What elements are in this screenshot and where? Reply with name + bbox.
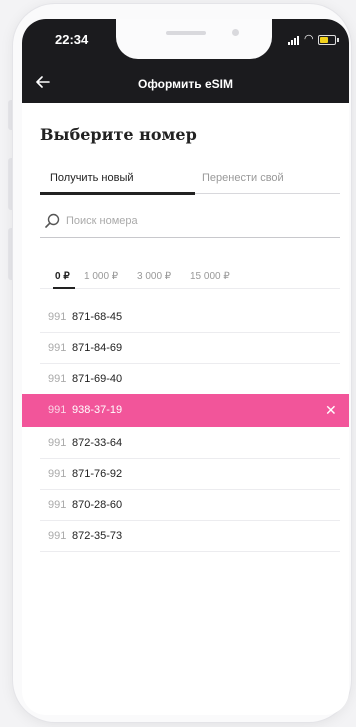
price-filter-0[interactable]: 0 ₽ <box>55 271 70 282</box>
filter-divider <box>40 288 340 289</box>
wifi-icon: ◠ <box>304 33 314 45</box>
phone-number: 870-28-60 <box>72 499 123 511</box>
page-title: Выберите номер <box>40 125 197 144</box>
search-icon <box>45 213 60 233</box>
status-time: 22:34 <box>55 32 89 47</box>
battery-tip <box>337 38 339 42</box>
number-prefix: 991 <box>48 404 67 416</box>
signal-icon <box>297 36 299 45</box>
signal-icon <box>288 42 290 45</box>
number-row[interactable]: 991 871-69-40 <box>40 363 340 395</box>
number-row[interactable]: 991 870-28-60 <box>40 489 340 521</box>
nav-title: Оформить eSIM <box>137 77 234 91</box>
number-prefix: 991 <box>48 311 67 323</box>
tab-active-indicator <box>40 192 195 195</box>
number-prefix: 991 <box>48 499 67 511</box>
top-bar: 22:34 ◠ Оформить eSIM <box>22 19 349 103</box>
number-row[interactable]: 991 871-68-45 <box>40 301 340 333</box>
battery-icon <box>318 35 336 45</box>
phone-number: 871-68-45 <box>72 311 123 323</box>
filter-active-indicator <box>53 287 75 289</box>
number-prefix: 991 <box>48 342 67 354</box>
phone-screen: 22:34 ◠ Оформить eSIM Выберите номер Пол… <box>22 19 349 715</box>
close-icon[interactable]: ✕ <box>325 401 337 419</box>
tab-transfer[interactable]: Перенести свой <box>202 172 284 184</box>
phone-number: 871-76-92 <box>72 468 123 480</box>
camera-dot <box>232 29 239 36</box>
number-row[interactable]: 991 872-35-73 <box>40 520 340 552</box>
signal-icon <box>291 40 293 45</box>
phone-number: 872-35-73 <box>72 530 123 542</box>
status-icons: ◠ <box>288 33 344 45</box>
search-underline <box>40 237 340 238</box>
number-row[interactable]: 991 871-84-69 <box>40 332 340 364</box>
price-filter-15000[interactable]: 15 000 ₽ <box>190 271 230 282</box>
number-prefix: 991 <box>48 530 67 542</box>
price-filter-3000[interactable]: 3 000 ₽ <box>137 271 171 282</box>
phone-number: 938-37-19 <box>72 404 123 416</box>
search-field[interactable] <box>40 211 340 238</box>
tab-get-new[interactable]: Получить новый <box>50 172 134 184</box>
number-row-selected[interactable]: 991 938-37-19 ✕ <box>22 394 349 427</box>
search-input[interactable] <box>66 215 326 227</box>
number-prefix: 991 <box>48 437 67 449</box>
number-prefix: 991 <box>48 468 67 480</box>
number-prefix: 991 <box>48 373 67 385</box>
phone-number: 871-84-69 <box>72 342 123 354</box>
price-filter-1000[interactable]: 1 000 ₽ <box>84 271 118 282</box>
number-row[interactable]: 991 871-76-92 <box>40 458 340 490</box>
phone-number: 871-69-40 <box>72 373 123 385</box>
phone-number: 872-33-64 <box>72 437 123 449</box>
speaker-grille <box>166 31 206 35</box>
notch <box>116 19 272 59</box>
number-row[interactable]: 991 872-33-64 <box>40 427 340 459</box>
signal-icon <box>294 38 296 45</box>
